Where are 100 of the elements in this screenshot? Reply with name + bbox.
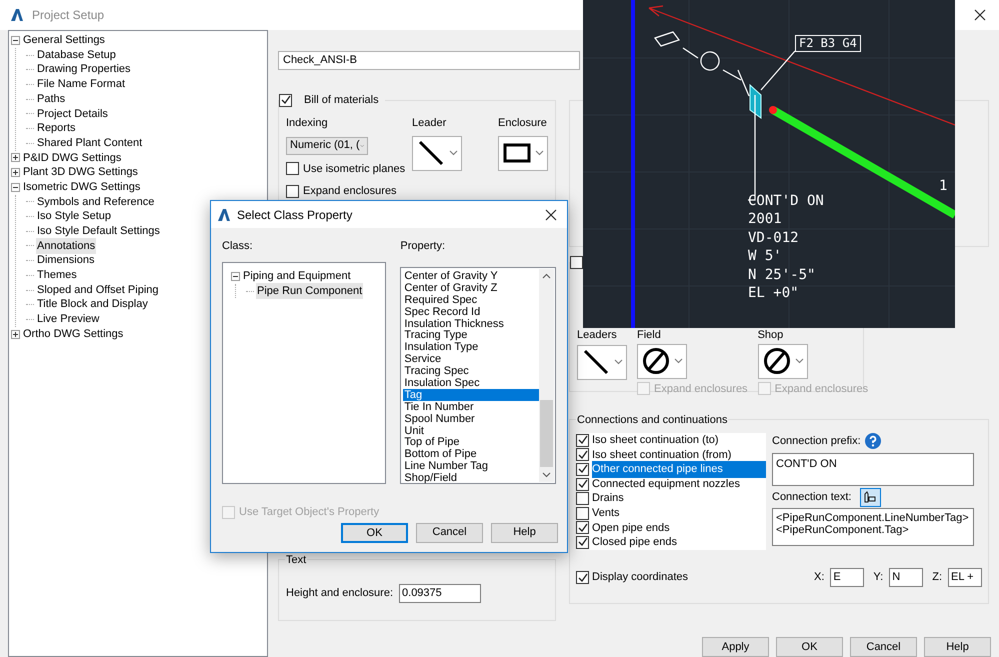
class-tree[interactable]: Piping and Equipment Pipe Run Component bbox=[222, 262, 386, 484]
connection-list[interactable]: Iso sheet continuation (to) Iso sheet continuation (from) Other connected pipe lines Connected equipment nozzles Drains Vents Open pipe ends Closed pipe ends bbox=[576, 433, 766, 550]
list-item[interactable]: Iso sheet continuation (to) bbox=[592, 432, 766, 449]
tree-item[interactable]: Reports bbox=[36, 120, 77, 137]
property-item[interactable]: Tag bbox=[403, 388, 539, 401]
close-icon[interactable] bbox=[974, 9, 986, 21]
tree-item[interactable]: Symbols and Reference bbox=[36, 194, 156, 210]
checkbox[interactable] bbox=[576, 448, 589, 462]
property-item[interactable]: Insulation Type bbox=[403, 341, 539, 354]
dialog-button[interactable]: OK bbox=[776, 637, 843, 657]
tree-item[interactable]: Themes bbox=[36, 267, 78, 284]
scrollbar[interactable] bbox=[539, 269, 554, 482]
tree-item[interactable]: File Name Format bbox=[36, 76, 126, 93]
property-item[interactable]: Center of Gravity Z bbox=[403, 282, 539, 294]
tree-item[interactable]: Piping and Equipment bbox=[242, 268, 352, 285]
tree-item[interactable]: Title Block and Display bbox=[36, 296, 149, 313]
height-field[interactable]: 0.09375 bbox=[399, 584, 482, 603]
property-item[interactable]: Unit bbox=[403, 424, 539, 436]
symbol-dropdown[interactable] bbox=[758, 344, 808, 378]
coordinate-field[interactable]: EL + bbox=[948, 568, 982, 587]
help-icon[interactable] bbox=[864, 433, 881, 450]
checkbox[interactable] bbox=[576, 571, 589, 584]
tree-item[interactable]: Database Setup bbox=[36, 46, 117, 64]
annotation-text: W 5' bbox=[748, 247, 783, 266]
property-item[interactable]: Tie In Number bbox=[403, 400, 539, 413]
connection-text-field[interactable]: <PipeRunComponent.LineNumberTag> <PipeRunComponent.Tag> bbox=[772, 508, 974, 546]
property-item[interactable]: Insulation Spec bbox=[403, 377, 539, 389]
checkbox[interactable] bbox=[576, 434, 589, 447]
checkbox[interactable] bbox=[576, 462, 589, 476]
list-item[interactable]: Other connected pipe lines bbox=[592, 461, 766, 478]
list-item[interactable]: Closed pipe ends bbox=[592, 534, 766, 551]
indexing-dropdown[interactable]: Numeric (01, ( bbox=[286, 136, 368, 154]
dialog-button[interactable]: Help bbox=[924, 637, 991, 657]
checkbox[interactable] bbox=[279, 94, 292, 107]
tree-item[interactable]: Drawing Properties bbox=[36, 61, 132, 78]
expand-icon[interactable] bbox=[11, 168, 20, 178]
tree-item[interactable]: Live Preview bbox=[36, 311, 100, 328]
checkbox[interactable] bbox=[576, 492, 589, 506]
property-item[interactable]: Spool Number bbox=[403, 412, 539, 425]
property-item[interactable]: Center of Gravity Y bbox=[403, 270, 539, 282]
tree-item[interactable]: Sloped and Offset Piping bbox=[36, 282, 160, 298]
coordinate-field[interactable]: N bbox=[889, 568, 924, 587]
close-icon[interactable] bbox=[545, 208, 557, 220]
property-picker-button[interactable] bbox=[860, 488, 880, 506]
tree-item[interactable]: Dimensions bbox=[36, 252, 96, 269]
tree-item[interactable]: Annotations bbox=[36, 238, 96, 254]
checkbox[interactable] bbox=[576, 536, 589, 549]
property-item[interactable]: Insulation Thickness bbox=[403, 318, 539, 330]
list-item[interactable]: Vents bbox=[592, 505, 766, 522]
tree-item[interactable]: Iso Style Setup bbox=[36, 208, 112, 225]
coordinate-field[interactable]: E bbox=[830, 568, 864, 587]
style-name-field[interactable]: Check_ANSI-B bbox=[278, 51, 580, 70]
checkbox[interactable] bbox=[576, 506, 589, 520]
property-item[interactable]: Service bbox=[403, 353, 539, 366]
collapse-icon[interactable] bbox=[11, 36, 20, 45]
scroll-thumb[interactable] bbox=[540, 400, 553, 467]
property-item[interactable]: Tracing Type bbox=[403, 329, 539, 342]
tree-item[interactable]: Project Details bbox=[36, 106, 109, 122]
dialog-button[interactable]: Cancel bbox=[416, 522, 483, 542]
property-item[interactable]: Spec Record Id bbox=[403, 306, 539, 318]
dialog-button[interactable]: Apply bbox=[702, 637, 769, 657]
checkbox[interactable] bbox=[576, 478, 589, 491]
expand-icon[interactable] bbox=[11, 153, 20, 162]
checkbox[interactable] bbox=[570, 256, 583, 269]
expand-icon[interactable] bbox=[11, 330, 20, 339]
dialog-button[interactable]: Help bbox=[491, 522, 558, 542]
property-item[interactable]: Line Number Tag bbox=[403, 460, 539, 472]
tree-item[interactable]: Iso Style Default Settings bbox=[36, 223, 161, 240]
checkbox[interactable] bbox=[286, 162, 299, 176]
collapse-icon[interactable] bbox=[231, 272, 240, 281]
list-item[interactable]: Connected equipment nozzles bbox=[592, 476, 766, 492]
property-item[interactable]: Tracing Spec bbox=[403, 365, 539, 378]
style-label: Shop bbox=[758, 328, 784, 343]
tree-item[interactable]: General Settings bbox=[22, 32, 106, 49]
rectangle-icon bbox=[503, 143, 531, 163]
list-item[interactable]: Iso sheet continuation (from) bbox=[592, 446, 766, 464]
symbol-dropdown[interactable] bbox=[412, 136, 462, 170]
property-item[interactable]: Shop/Field bbox=[403, 472, 539, 484]
prefix-field[interactable]: CONT'D ON bbox=[772, 452, 974, 486]
dialog-button[interactable]: OK bbox=[341, 522, 408, 542]
list-item[interactable]: Open pipe ends bbox=[592, 520, 766, 536]
dialog-button[interactable]: Cancel bbox=[850, 637, 917, 657]
property-item[interactable]: Bottom of Pipe bbox=[403, 448, 539, 460]
tree-item[interactable]: Shared Plant Content bbox=[36, 134, 144, 152]
collapse-icon[interactable] bbox=[11, 182, 20, 192]
symbol-dropdown[interactable] bbox=[637, 344, 687, 378]
list-item[interactable]: Drains bbox=[592, 490, 766, 507]
property-item[interactable]: Top of Pipe bbox=[403, 436, 539, 448]
symbol-dropdown[interactable] bbox=[577, 344, 627, 380]
tree-item[interactable]: Pipe Run Component bbox=[256, 282, 364, 300]
checkbox[interactable] bbox=[576, 521, 589, 534]
tree-item[interactable]: Isometric DWG Settings bbox=[22, 178, 142, 196]
symbol-dropdown[interactable] bbox=[498, 136, 548, 170]
checkbox[interactable] bbox=[286, 184, 299, 198]
tree-item[interactable]: Paths bbox=[36, 90, 66, 108]
property-item[interactable]: Required Spec bbox=[403, 294, 539, 306]
tree-item[interactable]: Ortho DWG Settings bbox=[22, 326, 124, 342]
tree-item[interactable]: P&ID DWG Settings bbox=[22, 150, 122, 166]
property-list[interactable] bbox=[400, 267, 556, 484]
tree-item[interactable]: Plant 3D DWG Settings bbox=[22, 164, 139, 181]
